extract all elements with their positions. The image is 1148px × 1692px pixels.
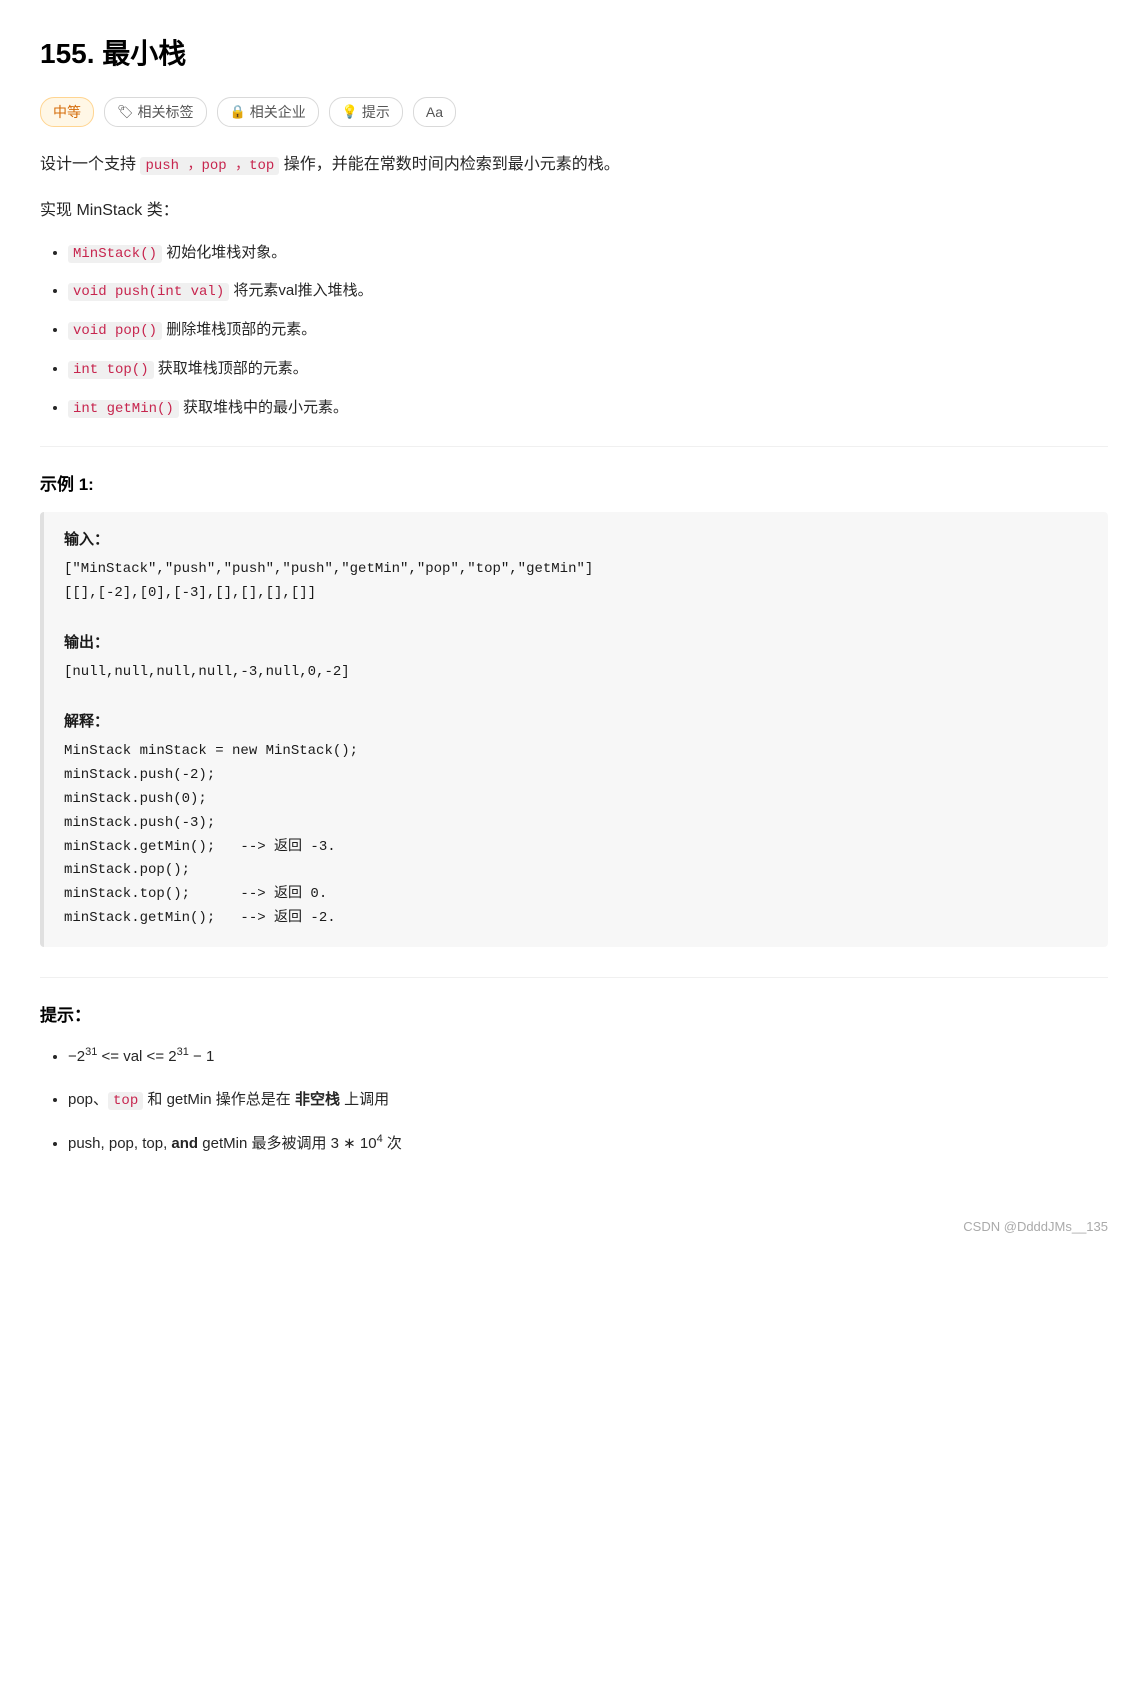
method-code-4: int top() (68, 361, 154, 379)
tag-related-company[interactable]: 🔒 相关企业 (217, 97, 319, 127)
list-item: void pop() 删除堆栈顶部的元素。 (68, 317, 1108, 344)
divider-2 (40, 977, 1108, 978)
explain-label: 解释： (64, 710, 1088, 734)
hint-item-3: push, pop, top, and getMin 最多被调用 3 ∗ 104… (68, 1130, 1108, 1157)
related-company-label: 相关企业 (250, 101, 306, 123)
footer-text: CSDN @DdddJMs__135 (963, 1219, 1108, 1234)
input-code: ["MinStack","push","push","push","getMin… (64, 558, 1088, 606)
hint-list: −231 <= val <= 231 − 1 pop、top 和 getMin … (40, 1043, 1108, 1157)
page-title: 155. 最小栈 (40, 32, 1108, 77)
hint-label: 提示 (362, 101, 390, 123)
list-item: MinStack() 初始化堆栈对象。 (68, 240, 1108, 267)
method-code-5: int getMin() (68, 400, 179, 418)
example-block: 输入： ["MinStack","push","push","push","ge… (40, 512, 1108, 947)
tags-row: 中等 🏷 相关标签 🔒 相关企业 💡 提示 Aa (40, 97, 1108, 127)
difficulty-label: 中等 (53, 101, 81, 123)
method-code-2: void push(int val) (68, 283, 229, 301)
desc-suffix: 操作，并能在常数时间内检索到最小元素的栈。 (279, 156, 619, 173)
explain-code: MinStack minStack = new MinStack(); minS… (64, 740, 1088, 930)
input-label: 输入： (64, 528, 1088, 552)
problem-description: 设计一个支持 push ，pop ，top 操作，并能在常数时间内检索到最小元素… (40, 151, 1108, 180)
lock-icon: 🔒 (230, 102, 246, 123)
method-desc-1: 初始化堆栈对象。 (166, 244, 286, 261)
top-inline: top (108, 1092, 143, 1110)
tag-icon: 🏷 (117, 102, 134, 123)
tag-hint[interactable]: 💡 提示 (329, 97, 403, 127)
method-desc-3: 删除堆栈顶部的元素。 (166, 321, 316, 338)
list-item: int getMin() 获取堆栈中的最小元素。 (68, 395, 1108, 422)
font-size-label: Aa (426, 101, 443, 123)
example-title: 示例 1: (40, 471, 1108, 498)
method-list: MinStack() 初始化堆栈对象。 void push(int val) 将… (40, 240, 1108, 422)
method-code-3: void pop() (68, 322, 162, 340)
method-code-1: MinStack() (68, 245, 162, 263)
method-desc-4: 获取堆栈顶部的元素。 (158, 360, 308, 377)
method-desc-2: 将元素val推入堆栈。 (233, 282, 372, 299)
tag-font-size[interactable]: Aa (413, 97, 456, 127)
desc-prefix: 设计一个支持 (40, 156, 140, 173)
implement-label: 实现 MinStack 类： (40, 198, 1108, 224)
hints-title: 提示： (40, 1002, 1108, 1029)
footer: CSDN @DdddJMs__135 (40, 1217, 1108, 1238)
related-tags-label: 相关标签 (138, 101, 194, 123)
hints-section: 提示： −231 <= val <= 231 − 1 pop、top 和 get… (40, 1002, 1108, 1157)
output-code: [null,null,null,null,-3,null,0,-2] (64, 661, 1088, 685)
list-item: int top() 获取堆栈顶部的元素。 (68, 356, 1108, 383)
list-item: void push(int val) 将元素val推入堆栈。 (68, 278, 1108, 305)
hint-icon: 💡 (342, 102, 358, 123)
hint-item-1: −231 <= val <= 231 − 1 (68, 1043, 1108, 1070)
desc-ops: push ，pop ，top (140, 157, 279, 175)
method-desc-5: 获取堆栈中的最小元素。 (183, 399, 348, 416)
tag-difficulty[interactable]: 中等 (40, 97, 94, 127)
divider (40, 446, 1108, 447)
hint-item-2: pop、top 和 getMin 操作总是在 非空栈 上调用 (68, 1086, 1108, 1114)
tag-related-tags[interactable]: 🏷 相关标签 (104, 97, 207, 127)
example-section: 示例 1: 输入： ["MinStack","push","push","pus… (40, 471, 1108, 947)
output-label: 输出： (64, 631, 1088, 655)
